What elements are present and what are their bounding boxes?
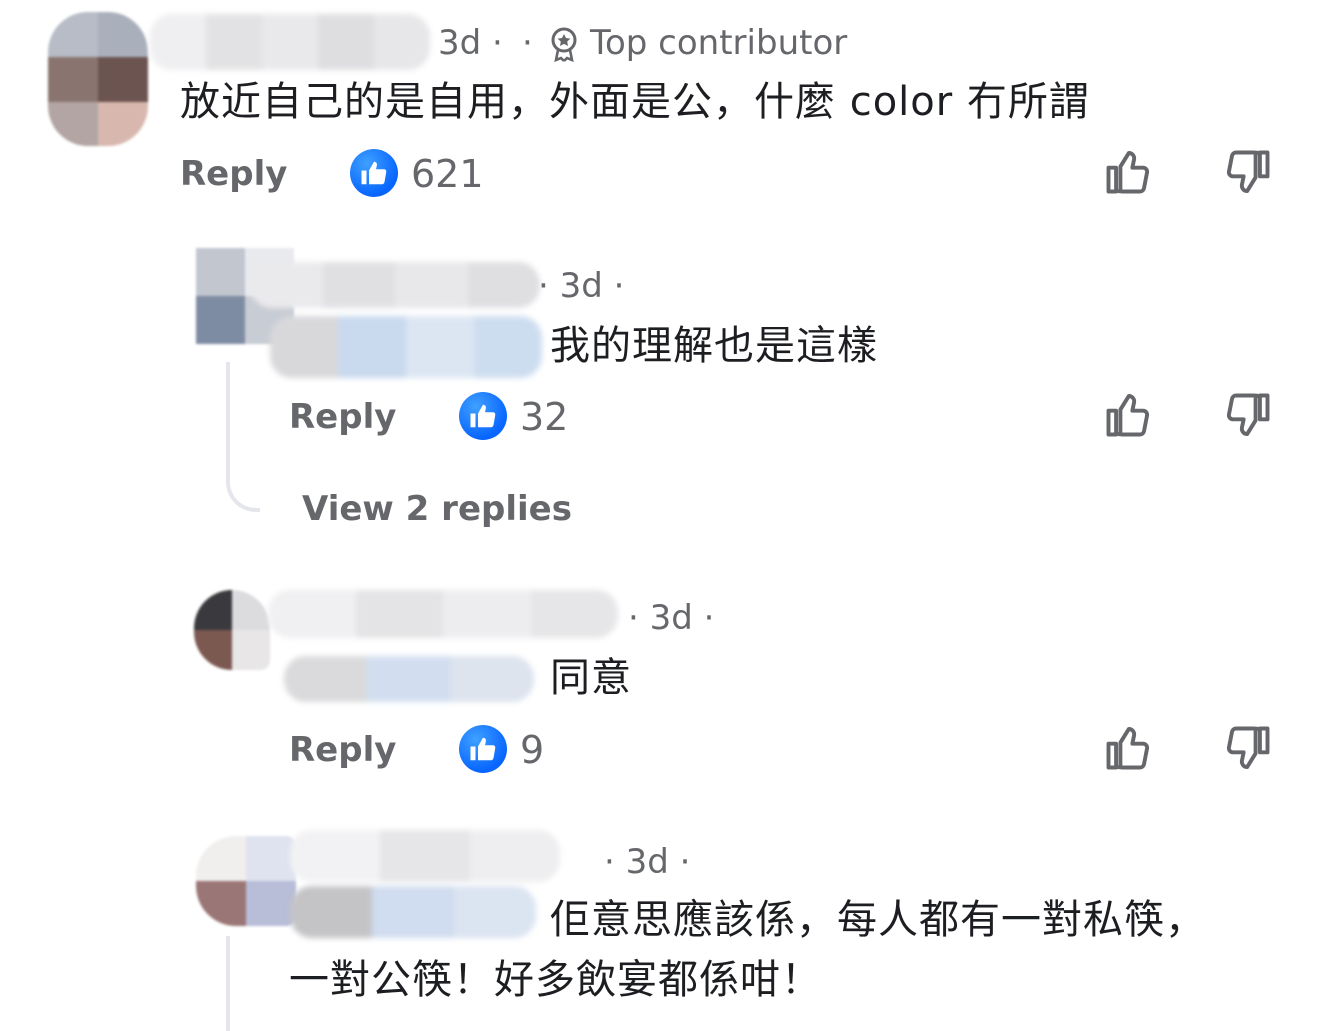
thumbs-up-badge-icon (459, 725, 507, 773)
comment-timestamp: · 3d · (628, 598, 715, 638)
comment-text: 同意 (550, 655, 632, 701)
view-replies-link[interactable]: View 2 replies (302, 489, 572, 529)
comment-timestamp: 3d · (438, 23, 503, 63)
top-contributor-badge: Top contributor (590, 23, 848, 63)
like-count: 9 (520, 728, 545, 772)
thumbs-down-outline-icon[interactable] (1222, 146, 1274, 198)
avatar[interactable] (48, 12, 148, 146)
thumbs-up-outline-icon[interactable] (1102, 146, 1154, 198)
thread-connector (226, 362, 260, 512)
redacted-author-name[interactable] (150, 14, 430, 70)
thumbs-up-outline-icon[interactable] (1102, 722, 1154, 774)
comment-timestamp: · 3d · (604, 842, 691, 882)
comment-text-line-1: 佢意思應該係，每人都有一對私筷， (550, 897, 1206, 943)
redacted-author-name[interactable] (290, 830, 560, 882)
comment-timestamp: · 3d · (538, 266, 625, 306)
thumbs-down-outline-icon[interactable] (1222, 722, 1274, 774)
redacted-author-name[interactable] (250, 262, 540, 308)
comment-text: 我的理解也是這樣 (550, 323, 878, 369)
thumbs-up-badge-icon (350, 149, 398, 197)
like-count: 32 (520, 395, 569, 439)
reply-button[interactable]: Reply (289, 397, 396, 437)
award-badge-icon (548, 26, 580, 63)
redacted-tagged-user[interactable] (290, 886, 536, 938)
thumbs-up-badge-icon (459, 392, 507, 440)
redacted-author-name[interactable] (268, 590, 618, 638)
thumbs-down-outline-icon[interactable] (1222, 389, 1274, 441)
comment-text-line-2: 一對公筷！好多飲宴都係咁！ (289, 957, 822, 1003)
meta-separator: · (522, 23, 533, 63)
avatar[interactable] (194, 590, 270, 670)
thread-connector (226, 936, 230, 1031)
redacted-tagged-user[interactable] (270, 316, 542, 378)
redacted-tagged-user[interactable] (284, 656, 534, 702)
thumbs-up-outline-icon[interactable] (1102, 389, 1154, 441)
comment-text: 放近自己的是自用，外面是公，什麼 color 冇所謂 (180, 79, 1090, 125)
avatar[interactable] (196, 836, 296, 926)
reply-button[interactable]: Reply (180, 154, 287, 194)
reply-button[interactable]: Reply (289, 730, 396, 770)
like-count: 621 (411, 152, 484, 196)
